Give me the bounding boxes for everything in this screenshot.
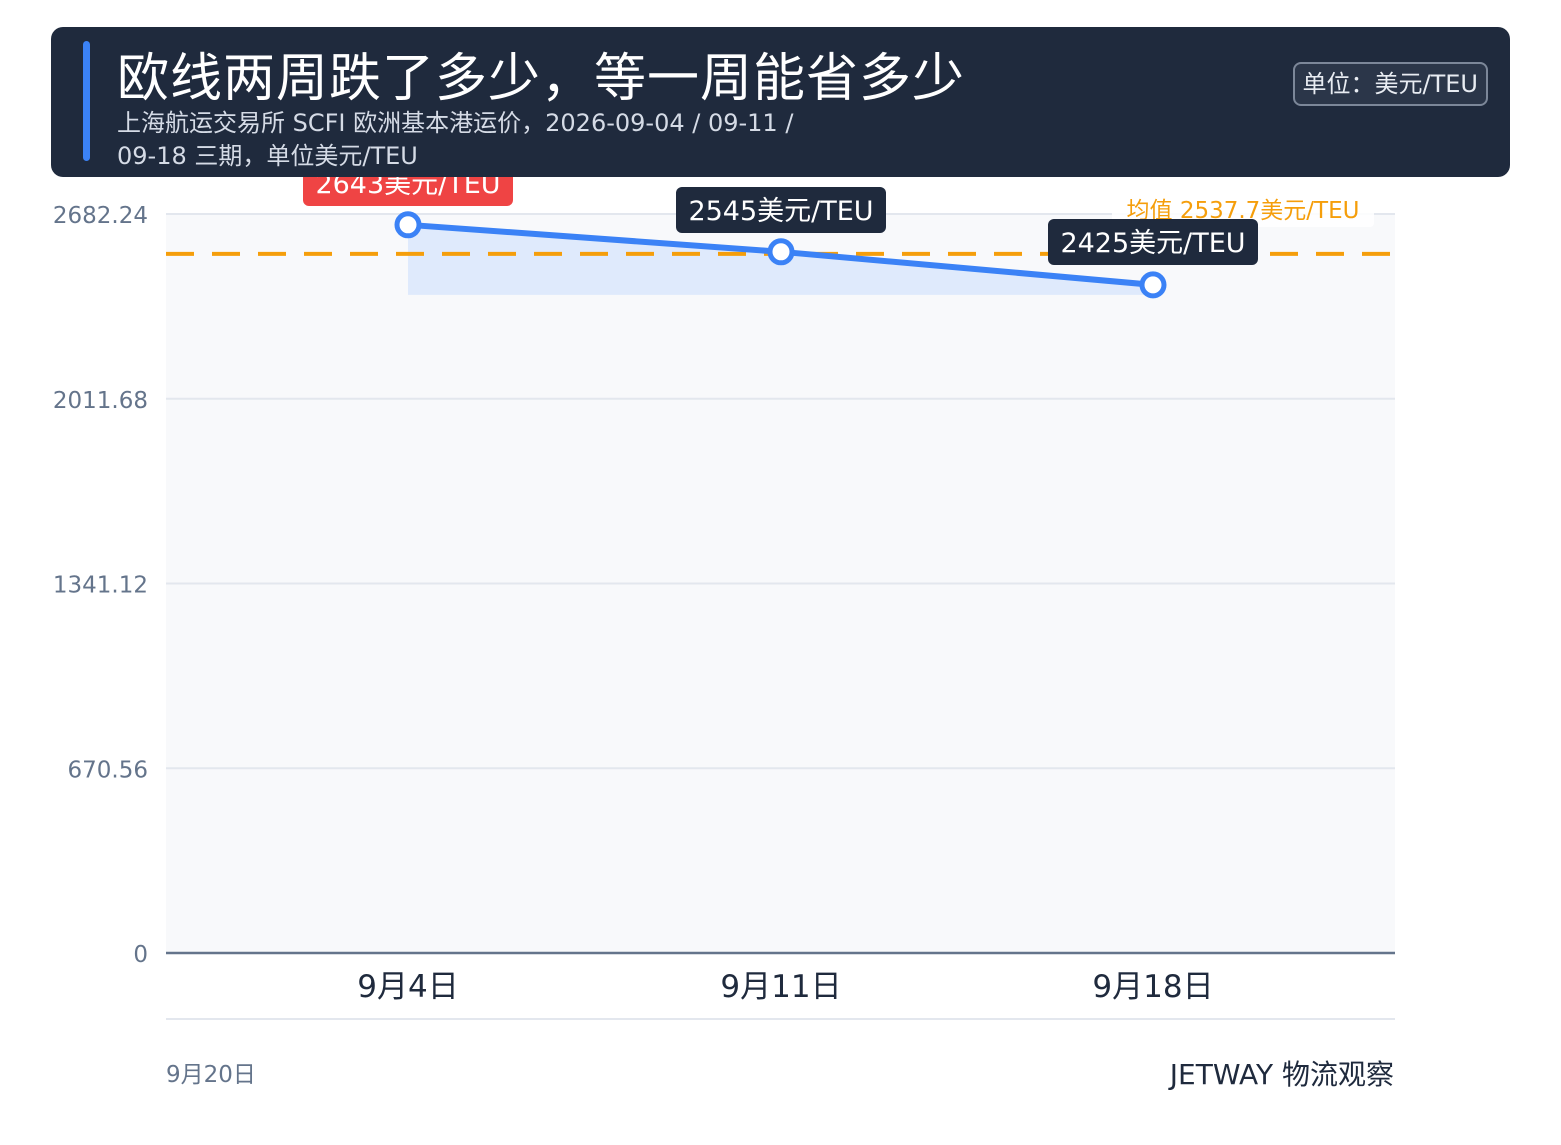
data-label: 2425美元/TEU — [1060, 228, 1245, 259]
y-tick-label: 1341.12 — [53, 573, 148, 599]
unit-badge: 单位：美元/TEU — [1292, 62, 1488, 106]
y-tick-label: 0 — [133, 942, 148, 968]
data-point — [394, 211, 422, 239]
data-label: 2545美元/TEU — [688, 196, 873, 227]
chart-title: 欧线两周跌了多少，等一周能省多少 — [117, 49, 966, 109]
data-point — [1139, 271, 1167, 299]
footer-brand: JETWAY 物流观察 — [1169, 1058, 1394, 1091]
x-tick-label: 9月11日 — [720, 969, 841, 1005]
chart-subtitle: 上海航运交易所 SCFI 欧洲基本港运价，2026-09-04 / 09-11 … — [117, 109, 794, 170]
data-point — [767, 238, 795, 266]
y-tick-label: 670.56 — [68, 757, 148, 783]
chart-header: 欧线两周跌了多少，等一周能省多少 上海航运交易所 SCFI 欧洲基本港运价，20… — [51, 27, 1510, 177]
y-tick-label: 2011.68 — [53, 388, 148, 414]
x-tick-label: 9月18日 — [1092, 969, 1213, 1005]
y-tick-label: 2682.24 — [53, 203, 148, 229]
footer-date: 9月20日 — [166, 1062, 256, 1088]
x-tick-label: 9月4日 — [357, 969, 458, 1005]
header-accent-bar — [83, 41, 90, 161]
